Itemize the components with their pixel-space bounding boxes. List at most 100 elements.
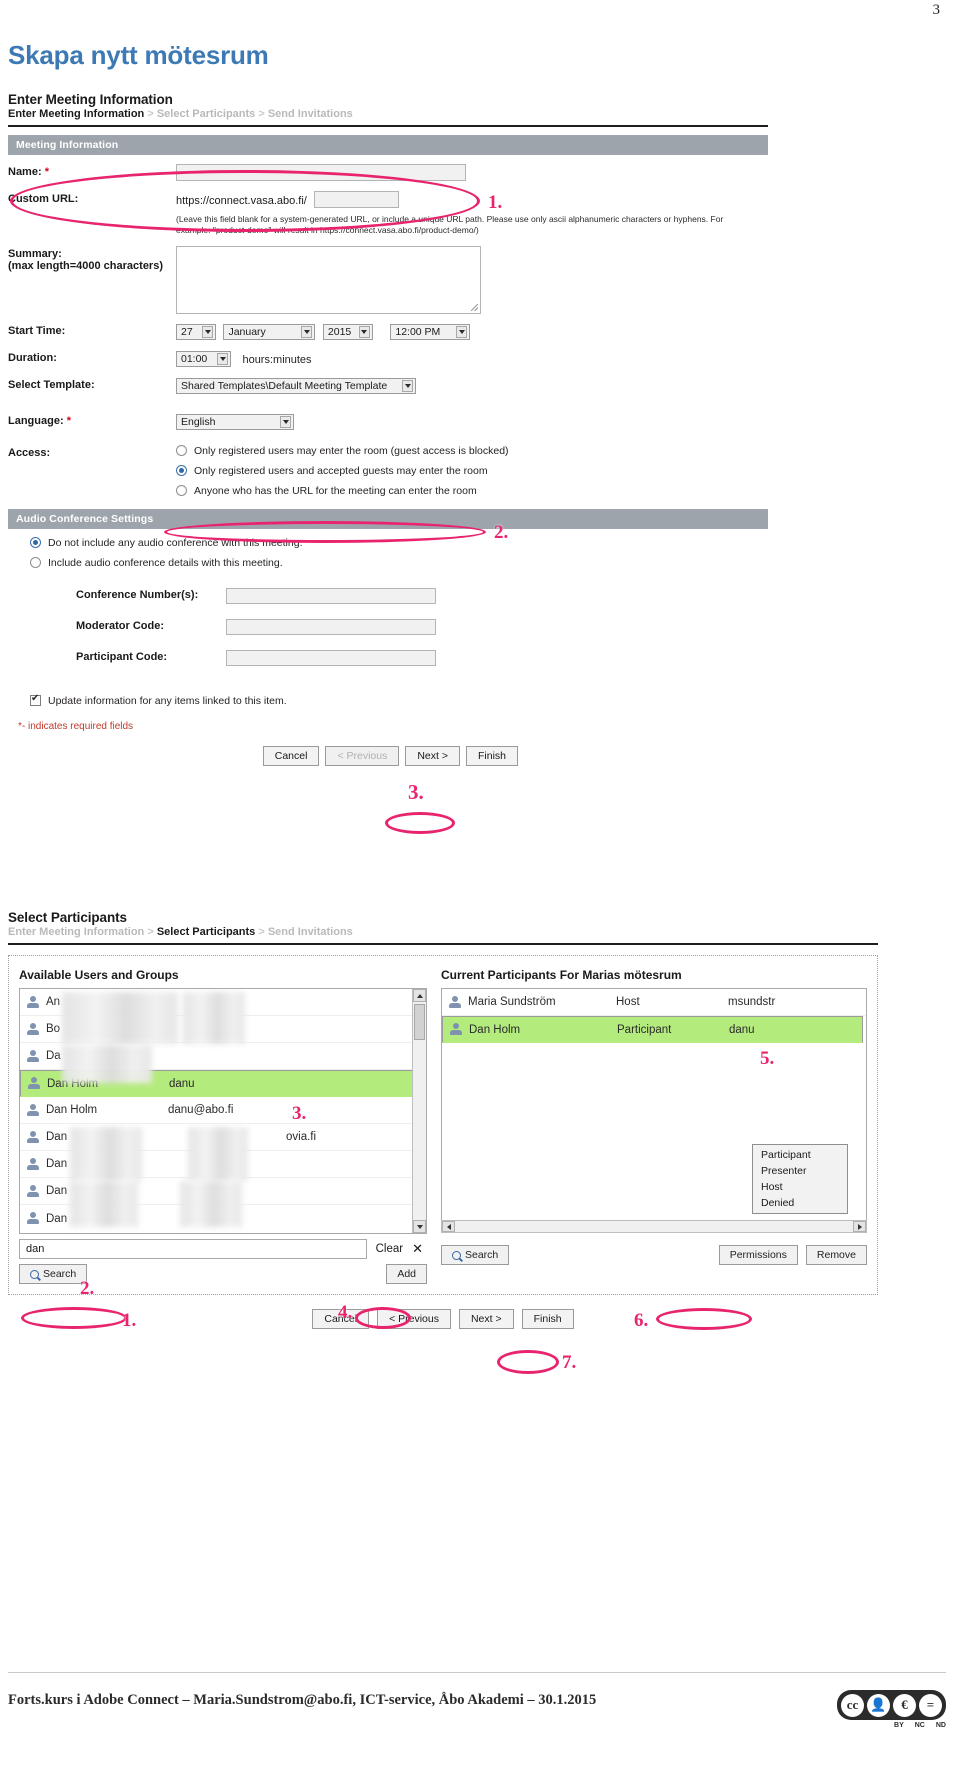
template-select[interactable]: Shared Templates\Default Meeting Templat… xyxy=(176,377,416,394)
permissions-button[interactable]: Permissions xyxy=(718,1245,798,1265)
custom-url-input[interactable] xyxy=(314,191,400,209)
audio-fields: Conference Number(s): Moderator Code: Pa… xyxy=(8,587,768,667)
remove-button[interactable]: Remove xyxy=(805,1245,867,1265)
name-input[interactable] xyxy=(176,164,466,182)
access-option-registered-and-guests[interactable]: Only registered users and accepted guest… xyxy=(176,465,768,477)
finish-button-2[interactable]: Finish xyxy=(521,1309,574,1329)
field-row-moderator-code: Moderator Code: xyxy=(8,618,768,636)
scroll-left-icon[interactable] xyxy=(442,1221,455,1232)
available-users-column: Available Users and Groups An Bo Da Dan … xyxy=(19,968,427,1284)
update-linked-items-checkbox[interactable]: Update information for any items linked … xyxy=(8,693,768,707)
access-option-2-label: Anyone who has the URL for the meeting c… xyxy=(194,484,477,497)
previous-button-2[interactable]: < Previous xyxy=(377,1309,451,1329)
search-button-2-label: Search xyxy=(465,1249,499,1261)
moderator-code-input[interactable] xyxy=(226,618,436,635)
scroll-right-icon[interactable] xyxy=(853,1221,866,1232)
access-option-registered-only[interactable]: Only registered users may enter the room… xyxy=(176,445,768,457)
conference-number-input[interactable] xyxy=(226,587,436,604)
permissions-context-menu[interactable]: Participant Presenter Host Denied xyxy=(752,1144,848,1214)
audio-option-0-label: Do not include any audio conference with… xyxy=(48,536,303,549)
start-month-select[interactable]: January xyxy=(223,323,316,340)
user-icon xyxy=(26,1184,39,1198)
scroll-down-icon[interactable] xyxy=(413,1220,426,1233)
scroll-up-icon[interactable] xyxy=(413,989,426,1002)
duration-select[interactable]: 01:00 xyxy=(176,350,231,367)
radio-icon xyxy=(176,445,187,457)
divider xyxy=(8,125,768,127)
audio-option-include[interactable]: Include audio conference details with th… xyxy=(30,557,768,569)
current-participants-list[interactable]: Maria Sundström Host msundstr Dan Holm P… xyxy=(441,988,867,1221)
breadcrumb-step-1[interactable]: Enter Meeting Information xyxy=(8,926,144,938)
clear-button[interactable]: Clear xyxy=(372,1243,407,1255)
label-name-text: Name: xyxy=(8,166,42,178)
available-users-list[interactable]: An Bo Da Dan Holm danu Dan Holm danu@abo… xyxy=(19,988,427,1234)
chevron-down-icon xyxy=(358,325,370,338)
duration-unit-label: hours:minutes xyxy=(242,353,312,366)
chevron-down-icon xyxy=(402,379,413,392)
current-participants-column: Current Participants For Marias mötesrum… xyxy=(441,968,867,1284)
label-summary-text: Summary: xyxy=(8,247,62,260)
access-radio-group: Only registered users may enter the room… xyxy=(176,445,768,497)
creative-commons-badge: cc 👤 € = xyxy=(837,1690,946,1720)
participant-code-input[interactable] xyxy=(226,649,436,666)
breadcrumb-step-1[interactable]: Enter Meeting Information xyxy=(8,108,144,120)
finish-button[interactable]: Finish xyxy=(465,745,518,766)
available-search-input[interactable]: dan xyxy=(19,1239,367,1259)
language-select[interactable]: English xyxy=(176,413,294,430)
user-icon xyxy=(26,1103,39,1117)
permissions-menu-item-denied[interactable]: Denied xyxy=(753,1195,847,1211)
breadcrumb-step-3[interactable]: Send Invitations xyxy=(268,926,353,938)
url-prefix: https://connect.vasa.abo.fi/ xyxy=(176,195,307,207)
permissions-menu-item-presenter[interactable]: Presenter xyxy=(753,1163,847,1179)
user-icon xyxy=(26,1022,39,1036)
permissions-menu-item-participant[interactable]: Participant xyxy=(753,1147,847,1163)
participant-login: msundstr xyxy=(728,996,776,1008)
audio-option-none[interactable]: Do not include any audio conference with… xyxy=(30,537,768,549)
label-select-template: Select Template: xyxy=(8,378,95,391)
redaction-blur xyxy=(70,1127,142,1181)
label-language: Language: * xyxy=(8,413,176,427)
vertical-scrollbar[interactable] xyxy=(412,989,426,1233)
next-button-2[interactable]: Next > xyxy=(458,1309,514,1329)
annotation-ellipse-3 xyxy=(385,812,455,834)
permissions-menu-item-host[interactable]: Host xyxy=(753,1179,847,1195)
breadcrumb-step-2[interactable]: Select Participants xyxy=(157,926,255,938)
redaction-blur xyxy=(62,1045,152,1083)
access-option-anyone-with-url[interactable]: Anyone who has the URL for the meeting c… xyxy=(176,485,768,497)
section-header-audio-conference: Audio Conference Settings xyxy=(8,508,768,529)
start-year-select[interactable]: 2015 xyxy=(322,323,373,340)
language-value: English xyxy=(181,415,216,428)
redaction-blur xyxy=(70,1181,138,1227)
breadcrumb-step-3[interactable]: Send Invitations xyxy=(268,108,353,120)
footer-text: Forts.kurs i Adobe Connect – Maria.Sunds… xyxy=(8,1692,597,1708)
breadcrumb-step-2[interactable]: Select Participants xyxy=(157,108,255,120)
cc-icon: cc xyxy=(841,1693,864,1717)
previous-button[interactable]: < Previous xyxy=(325,745,400,766)
screenshot-select-participants: Select Participants Enter Meeting Inform… xyxy=(8,910,878,1329)
start-day-select[interactable]: 27 xyxy=(176,323,216,340)
horizontal-scrollbar[interactable] xyxy=(441,1220,867,1233)
list-item[interactable]: Dan Holm danu@abo.fi xyxy=(20,1097,426,1124)
add-button[interactable]: Add xyxy=(386,1264,427,1284)
search-button-2[interactable]: Search xyxy=(441,1245,510,1265)
start-year-value: 2015 xyxy=(327,325,352,338)
user-icon xyxy=(449,1023,462,1036)
user-icon xyxy=(26,1130,39,1144)
scrollbar-thumb[interactable] xyxy=(414,1004,425,1040)
table-row-selected[interactable]: Dan Holm Participant danu xyxy=(442,1016,863,1043)
duration-value: 01:00 xyxy=(181,352,208,365)
table-row[interactable]: Maria Sundström Host msundstr xyxy=(442,989,866,1016)
chevron-down-icon xyxy=(456,325,468,338)
search-button[interactable]: Search xyxy=(19,1264,88,1284)
field-row-start-time: Start Time: 27 January 2015 12:00 PM xyxy=(8,323,768,341)
annotation-number-b2: 2. xyxy=(80,1278,95,1299)
next-button[interactable]: Next > xyxy=(405,745,460,766)
wizard1-breadcrumb: Enter Meeting Information > Select Parti… xyxy=(8,108,768,120)
start-time-select[interactable]: 12:00 PM xyxy=(390,323,471,340)
summary-textarea[interactable] xyxy=(176,245,481,314)
breadcrumb-separator: > xyxy=(258,108,265,120)
participant-name: Maria Sundström xyxy=(468,996,556,1008)
cancel-button[interactable]: Cancel xyxy=(262,745,320,766)
field-row-participant-code: Participant Code: xyxy=(8,649,768,667)
close-icon[interactable]: ✕ xyxy=(412,1241,427,1257)
